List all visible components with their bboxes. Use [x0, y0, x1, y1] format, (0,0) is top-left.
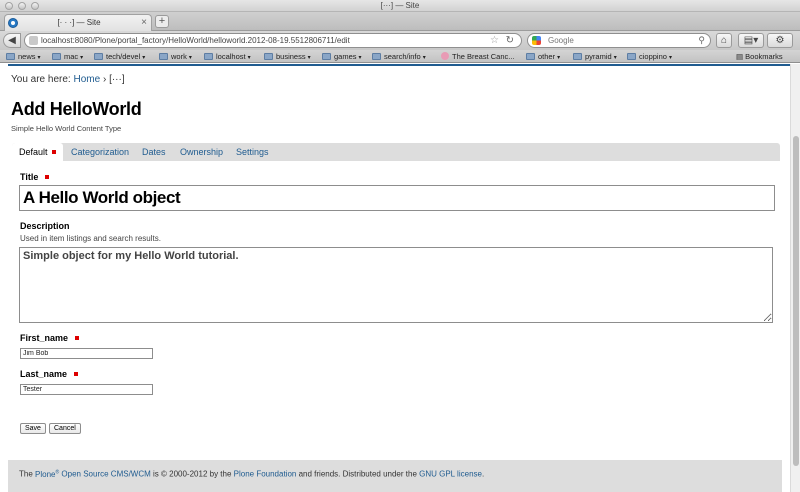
bookmark-work[interactable]: work ▾ — [159, 51, 192, 64]
title-field[interactable] — [19, 185, 775, 211]
save-button[interactable]: Save — [20, 423, 46, 434]
bookmarks-menu-button[interactable]: ▤ Bookmarks — [736, 51, 783, 62]
tab-strip: [· · ·] — Site × + — [0, 12, 800, 31]
back-button[interactable]: ◀ — [3, 33, 21, 48]
tab-settings[interactable]: Settings — [229, 143, 276, 161]
url-text[interactable]: localhost:8080/Plone/portal_factory/Hell… — [41, 35, 350, 47]
search-input[interactable]: Google — [548, 35, 574, 47]
tab-categorization[interactable]: Categorization — [64, 143, 136, 161]
plone-link[interactable]: Plone® — [35, 469, 59, 479]
plone-foundation-link[interactable]: Plone Foundation — [234, 470, 297, 479]
folder-icon — [52, 53, 61, 60]
bookmarks-toolbar: news ▾ mac ▾ tech/devel ▾ work ▾ localhost ▾ … — [0, 50, 800, 63]
ribbon-icon — [441, 52, 449, 60]
first-name-field[interactable] — [20, 348, 153, 359]
header-divider — [8, 64, 790, 66]
last-name-field[interactable] — [20, 384, 153, 395]
bookmark-breast-cancer[interactable]: The Breast Canc... — [441, 51, 515, 62]
required-marker — [75, 336, 80, 340]
tab-default[interactable]: Default — [12, 143, 63, 161]
scrollbar-thumb[interactable] — [793, 136, 799, 466]
description-field[interactable]: Simple object for my Hello World tutoria… — [19, 247, 773, 323]
bookmark-search-info[interactable]: search/info ▾ — [372, 51, 426, 64]
title-label: Title — [20, 172, 50, 182]
folder-icon — [526, 53, 535, 60]
folder-icon — [573, 53, 582, 60]
folder-icon — [204, 53, 213, 60]
search-icon[interactable]: ⚲ — [698, 34, 705, 47]
new-tab-button[interactable]: + — [155, 15, 169, 28]
breadcrumb-current: [···] — [109, 74, 125, 85]
bookmark-business[interactable]: business ▾ — [264, 51, 311, 64]
last-name-label: Last_name — [20, 369, 79, 379]
folder-icon — [264, 53, 273, 60]
form-tabs: Default Categorization Dates Ownership S… — [12, 143, 780, 161]
bookmark-pyramid[interactable]: pyramid ▾ — [573, 51, 617, 64]
open-source-cms-link[interactable]: Open Source CMS/WCM — [61, 470, 150, 479]
bookmark-tech-devel[interactable]: tech/devel ▾ — [94, 51, 145, 64]
required-marker — [74, 372, 79, 376]
required-marker — [51, 150, 56, 154]
bookmark-mac[interactable]: mac ▾ — [52, 51, 83, 64]
bookmark-news[interactable]: news ▾ — [6, 51, 41, 64]
reload-icon[interactable]: ↻ — [506, 34, 514, 47]
tools-menu-button[interactable]: ⚙ — [767, 33, 793, 48]
navigation-toolbar: ◀ localhost:8080/Plone/portal_factory/He… — [0, 31, 800, 50]
vertical-scrollbar[interactable] — [790, 64, 800, 492]
footer: The Plone® Open Source CMS/WCM is © 2000… — [8, 460, 782, 492]
description-help: Used in item listings and search results… — [20, 234, 161, 243]
required-marker — [45, 175, 50, 179]
bookmarks-icon: ▤ — [736, 52, 746, 61]
search-bar[interactable]: Google ⚲ — [527, 33, 711, 48]
page-title: Add HelloWorld — [11, 99, 142, 119]
breadcrumb-prefix: You are here: — [11, 74, 71, 85]
bookmark-cioppino[interactable]: cioppino ▾ — [627, 51, 672, 64]
home-button[interactable]: ⌂ — [716, 33, 732, 48]
first-name-label: First_name — [20, 333, 80, 343]
folder-icon — [627, 53, 636, 60]
folder-icon — [159, 53, 168, 60]
bookmark-other[interactable]: other ▾ — [526, 51, 560, 64]
description-label: Description — [20, 221, 70, 231]
folder-icon — [6, 53, 15, 60]
tab-dates[interactable]: Dates — [135, 143, 173, 161]
bookmark-star-icon[interactable]: ☆ — [490, 34, 499, 47]
cancel-button[interactable]: Cancel — [49, 423, 81, 434]
page-menu-button[interactable]: ▤▾ — [738, 33, 764, 48]
browser-tab[interactable]: [· · ·] — Site × — [4, 14, 152, 31]
close-tab-icon[interactable]: × — [141, 17, 147, 28]
window-titlebar: [···] — Site — [0, 0, 800, 12]
address-bar[interactable]: localhost:8080/Plone/portal_factory/Hell… — [24, 33, 522, 48]
window-title: [···] — Site — [380, 1, 420, 10]
colophon: The Plone® Open Source CMS/WCM is © 2000… — [19, 469, 485, 479]
site-identity-icon[interactable] — [29, 36, 38, 45]
google-icon[interactable] — [532, 36, 541, 45]
page-description: Simple Hello World Content Type — [11, 124, 122, 133]
breadcrumb: You are here: Home › [···] — [11, 74, 125, 85]
breadcrumb-home-link[interactable]: Home — [73, 74, 100, 85]
tab-title: [· · ·] — Site — [57, 18, 101, 27]
breadcrumb-separator: › — [102, 74, 107, 85]
tab-ownership[interactable]: Ownership — [173, 143, 230, 161]
folder-icon — [322, 53, 331, 60]
bookmark-games[interactable]: games ▾ — [322, 51, 362, 64]
folder-icon — [94, 53, 103, 60]
page-content: You are here: Home › [···] Add HelloWorl… — [0, 64, 790, 492]
bookmark-localhost[interactable]: localhost ▾ — [204, 51, 251, 64]
gpl-license-link[interactable]: GNU GPL license — [419, 470, 482, 479]
folder-icon — [372, 53, 381, 60]
